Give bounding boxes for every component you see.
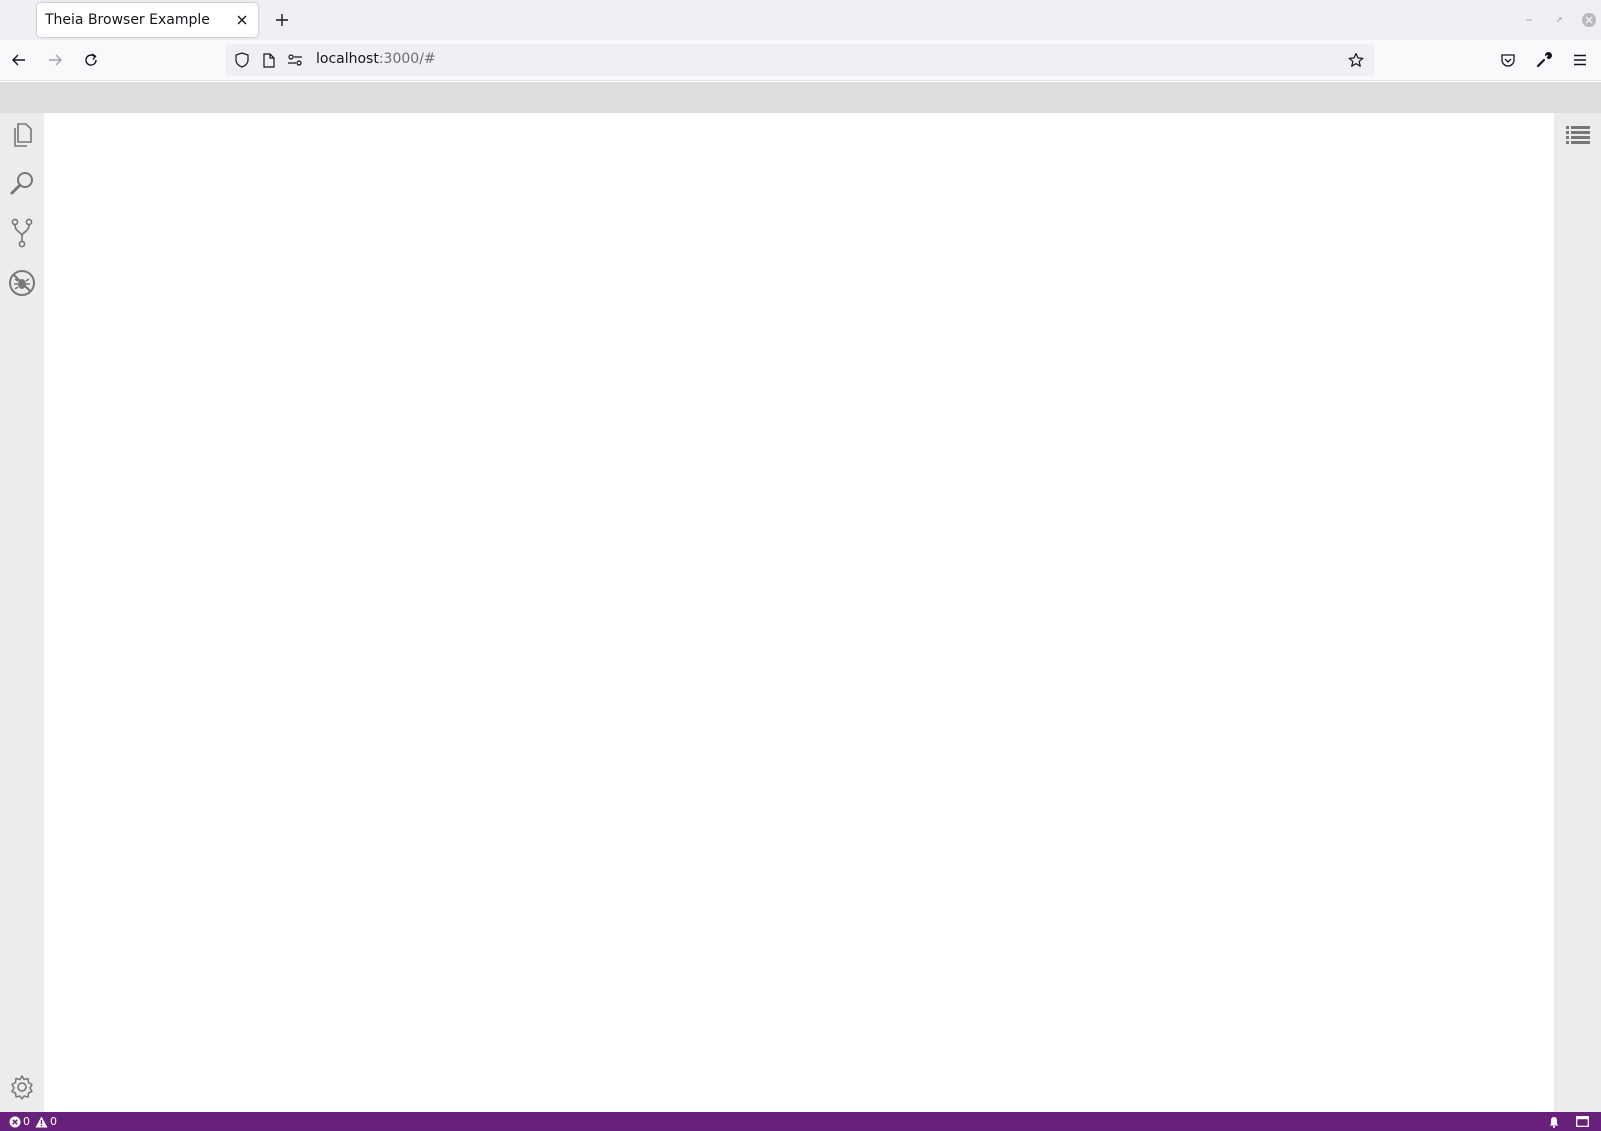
app-menubar bbox=[0, 82, 1601, 113]
settings-gear-icon[interactable] bbox=[4, 1069, 40, 1105]
permissions-icon[interactable] bbox=[283, 48, 307, 72]
back-icon[interactable] bbox=[3, 44, 35, 76]
error-count: 0 bbox=[23, 1115, 30, 1128]
url-text[interactable]: localhost:3000/# bbox=[316, 51, 436, 67]
url-path: :3000/# bbox=[378, 51, 436, 67]
status-bar: 0 0 bbox=[0, 1112, 1601, 1131]
shield-icon[interactable] bbox=[230, 48, 254, 72]
url-host: localhost bbox=[316, 51, 379, 67]
outline-icon[interactable] bbox=[1560, 117, 1596, 153]
explorer-icon[interactable] bbox=[4, 117, 40, 153]
warning-count: 0 bbox=[50, 1115, 57, 1128]
error-icon bbox=[9, 1116, 21, 1128]
new-tab-icon[interactable] bbox=[268, 6, 296, 34]
forward-icon[interactable] bbox=[39, 44, 71, 76]
reload-icon[interactable] bbox=[75, 44, 107, 76]
source-control-icon[interactable] bbox=[4, 215, 40, 251]
pocket-icon[interactable] bbox=[1492, 44, 1524, 76]
left-activity-bar bbox=[0, 113, 44, 1112]
url-bar[interactable]: localhost:3000/# bbox=[226, 44, 1374, 76]
debug-icon[interactable] bbox=[4, 265, 40, 301]
browser-window: Theia Browser Example localhost:3000/# 0… bbox=[0, 0, 1601, 1131]
restore-icon[interactable] bbox=[1547, 8, 1571, 32]
navigation-bar: localhost:3000/# bbox=[0, 40, 1601, 81]
browser-tab[interactable]: Theia Browser Example bbox=[37, 3, 258, 37]
warning-icon bbox=[35, 1116, 48, 1128]
toggle-panel-icon[interactable] bbox=[1576, 1114, 1589, 1129]
main-editor-area[interactable] bbox=[44, 113, 1554, 1112]
tab-title: Theia Browser Example bbox=[45, 12, 210, 28]
search-icon[interactable] bbox=[4, 165, 40, 201]
page-icon[interactable] bbox=[257, 48, 281, 72]
notifications-bell-icon[interactable] bbox=[1548, 1114, 1560, 1129]
right-activity-bar bbox=[1554, 113, 1601, 1112]
window-close-icon[interactable] bbox=[1577, 8, 1601, 32]
minimize-icon[interactable] bbox=[1517, 8, 1541, 32]
problems-indicator[interactable]: 0 0 bbox=[9, 1114, 57, 1129]
bookmark-star-icon[interactable] bbox=[1344, 48, 1368, 72]
menu-icon[interactable] bbox=[1564, 44, 1596, 76]
tab-strip: Theia Browser Example bbox=[0, 0, 1601, 40]
close-icon[interactable] bbox=[230, 8, 254, 32]
wrench-icon[interactable] bbox=[1528, 44, 1560, 76]
